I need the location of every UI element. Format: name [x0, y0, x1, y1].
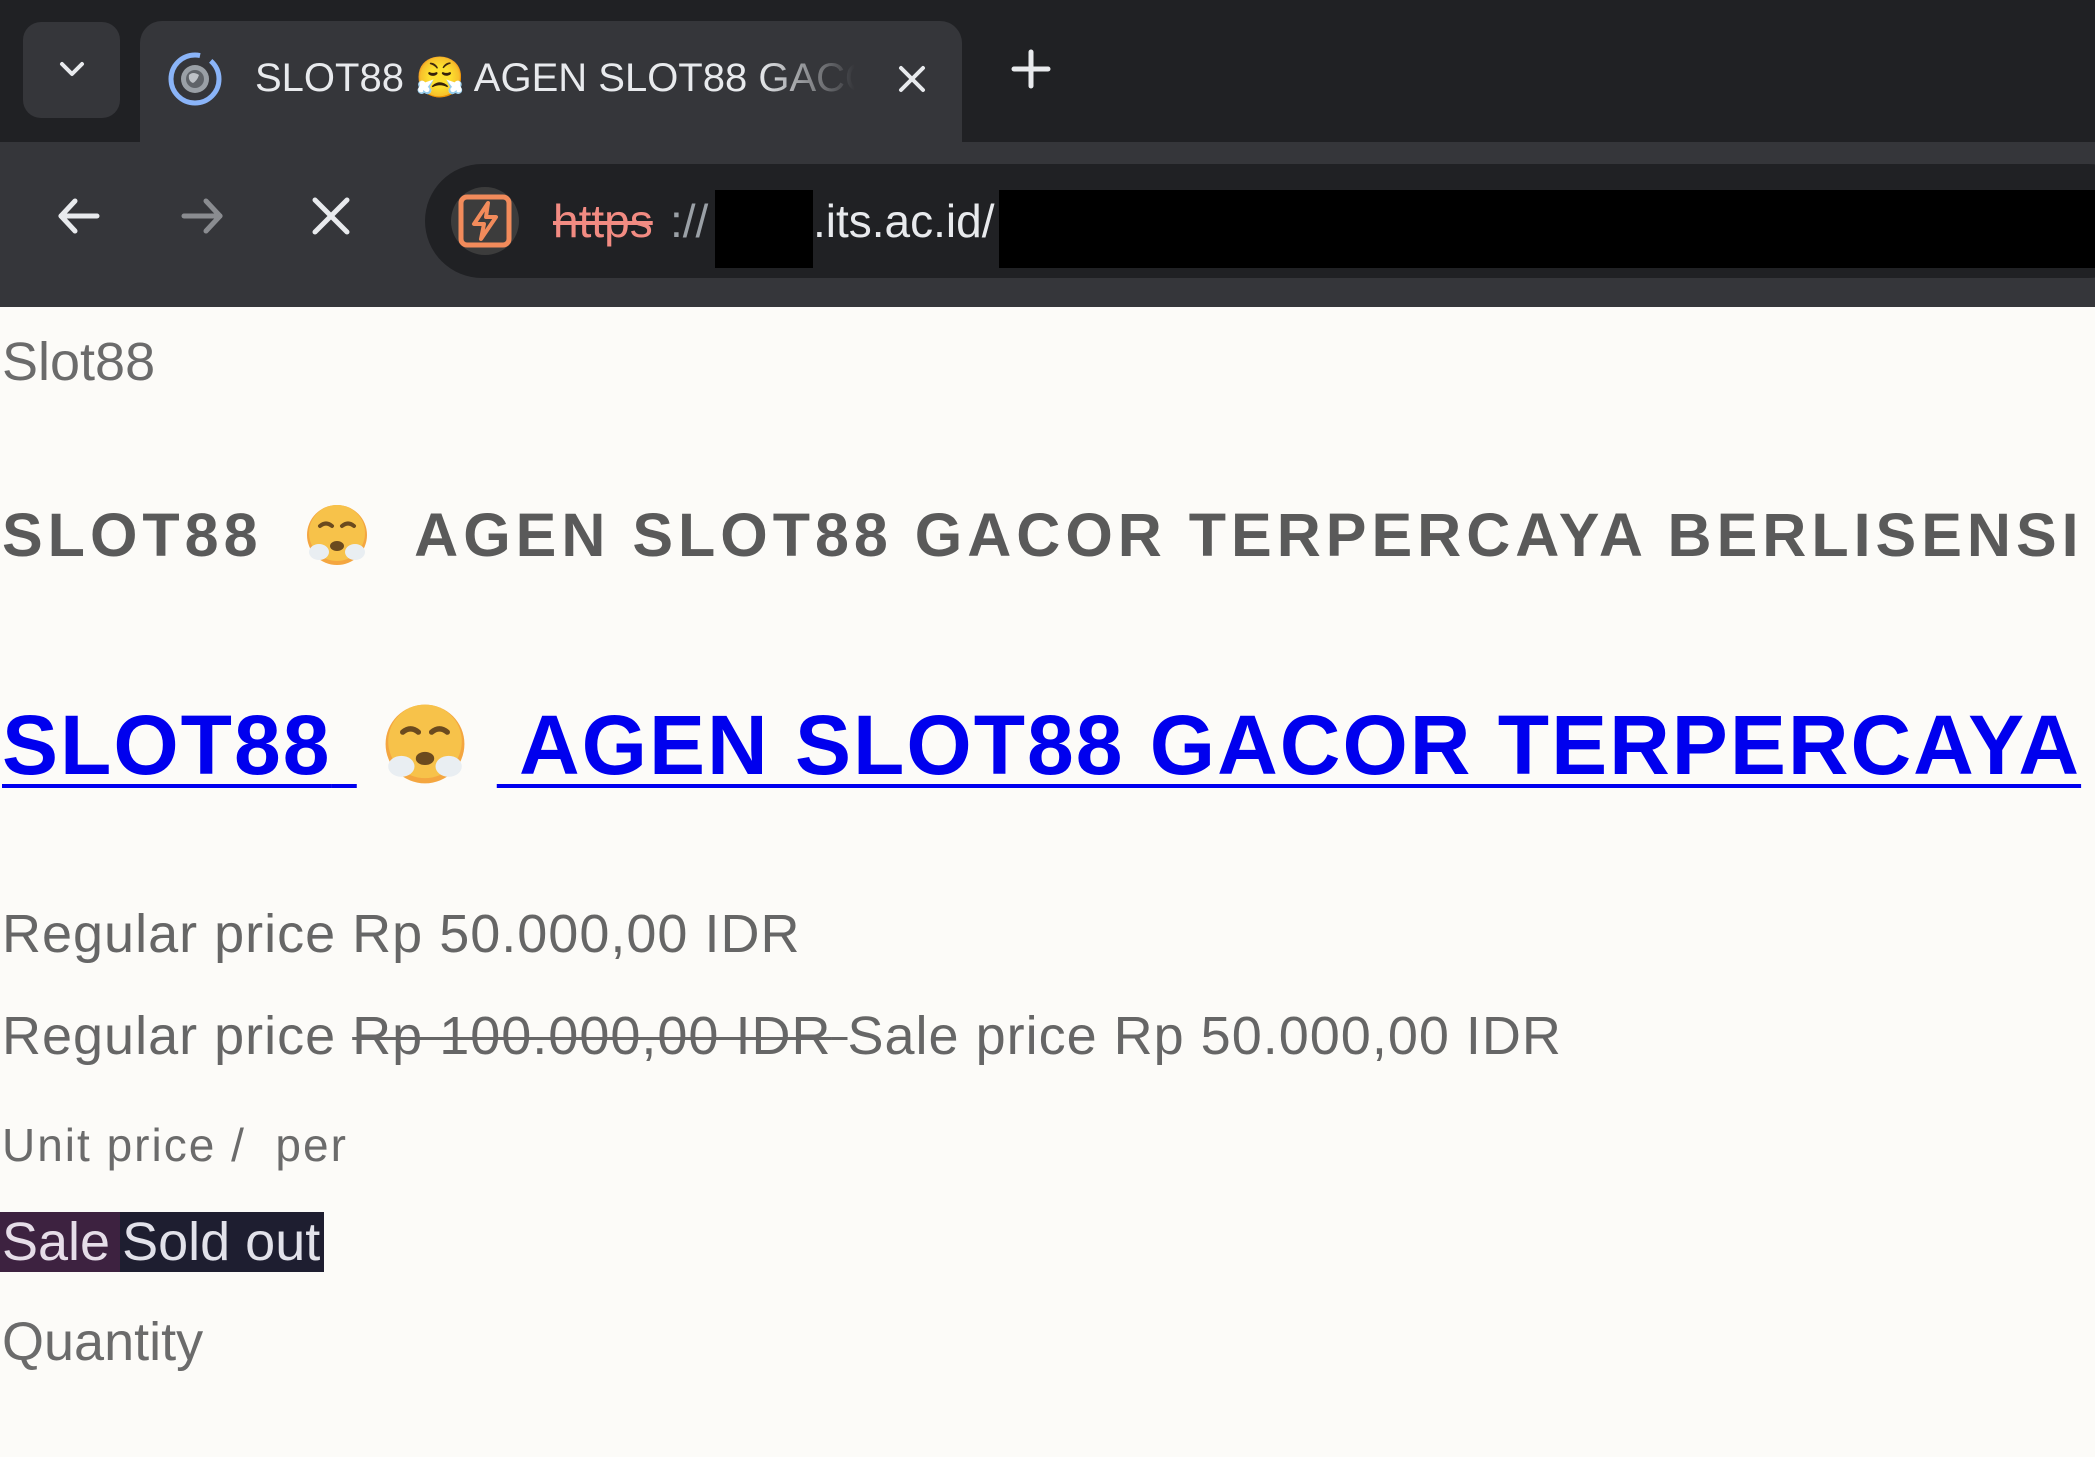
sale-price-label: Sale price	[847, 1006, 1098, 1066]
link-part-2: AGEN SLOT88 GACOR TERPERCAYA	[519, 698, 2082, 792]
product-title-link[interactable]: SLOT88 AGEN SLOT88 GACOR TERPERCAYA	[2, 691, 2081, 799]
url-host: .its.ac.id/	[813, 195, 995, 247]
back-button[interactable]	[40, 178, 116, 254]
tab-search-button[interactable]	[23, 22, 120, 118]
redaction-bar	[999, 190, 2095, 268]
badge-group: Sale Sold out	[0, 1212, 325, 1272]
globe-icon	[168, 52, 222, 106]
new-tab-button[interactable]	[1002, 40, 1060, 98]
url-scheme: https	[553, 195, 653, 247]
regular-price: Regular price Rp 50.000,00 IDR	[2, 899, 800, 969]
tab-close-button[interactable]	[884, 51, 940, 107]
browser-toolbar: https :// .its.ac.id/	[0, 142, 2095, 307]
plus-icon	[1011, 49, 1051, 89]
heading-part-1: SLOT88	[2, 501, 263, 569]
store-name: Slot88	[2, 332, 156, 392]
chevron-down-icon	[59, 62, 84, 76]
url-separator: ://	[670, 195, 709, 247]
sale-badge: Sale	[0, 1212, 121, 1272]
close-icon	[312, 197, 350, 235]
forward-button[interactable]	[165, 178, 241, 254]
quantity-label: Quantity	[2, 1312, 204, 1372]
close-icon	[899, 66, 925, 92]
regular-price-label: Regular price	[2, 904, 337, 964]
face-with-steam-emoji-icon	[385, 704, 465, 784]
face-with-steam-emoji-icon	[307, 505, 368, 565]
arrow-left-icon	[58, 198, 100, 234]
tab-title: SLOT88 😤 AGEN SLOT88 GACOR TERPERCAYA BE…	[255, 56, 855, 100]
compare-price-value: Rp 100.000,00 IDR	[352, 1006, 832, 1066]
address-bar[interactable]: https :// .its.ac.id/	[425, 164, 2095, 278]
browser-tabstrip: SLOT88 😤 AGEN SLOT88 GACOR TERPERCAYA BE…	[0, 0, 2095, 146]
sale-price-value: Rp 50.000,00 IDR	[1113, 1006, 1562, 1066]
unit-price: Unit price / per	[2, 1119, 348, 1171]
sold-out-badge: Sold out	[120, 1212, 325, 1272]
not-secure-icon	[458, 194, 512, 248]
redaction-bar	[715, 190, 813, 268]
page-content: Slot88 SLOT88 AGEN SLOT88 GACOR TERPERCA…	[0, 307, 2095, 1457]
regular-price-value: Rp 50.000,00 IDR	[352, 904, 801, 964]
sale-price-row: Regular price Rp 100.000,00 IDR Sale pri…	[2, 1001, 1562, 1071]
heading-part-2: AGEN SLOT88 GACOR TERPERCAYA BERLISENSI	[414, 501, 2084, 569]
compare-price-label: Regular price	[2, 1006, 337, 1066]
browser-tab-active[interactable]: SLOT88 😤 AGEN SLOT88 GACOR TERPERCAYA BE…	[140, 21, 962, 146]
product-heading: SLOT88 AGEN SLOT88 GACOR TERPERCAYA BERL…	[2, 495, 2084, 575]
stop-loading-button[interactable]	[293, 178, 369, 254]
site-info-button[interactable]	[451, 187, 519, 255]
link-part-1: SLOT88	[2, 698, 332, 792]
arrow-right-icon	[181, 198, 223, 234]
